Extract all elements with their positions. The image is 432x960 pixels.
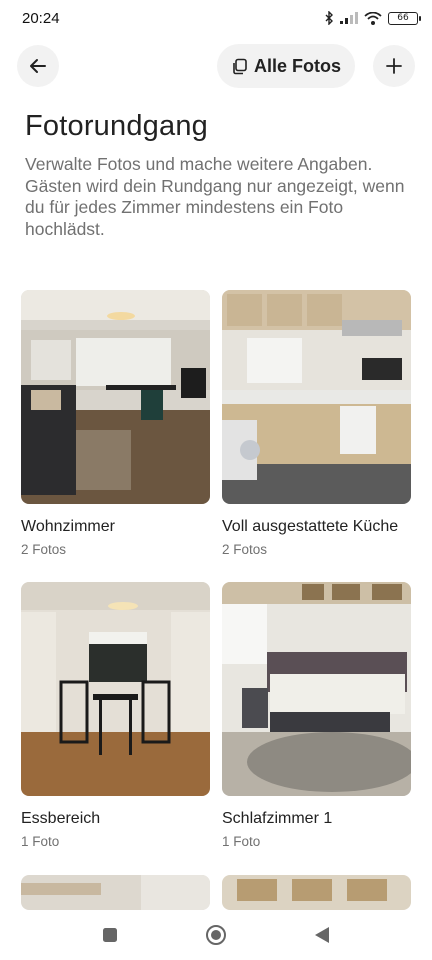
circle-home-icon bbox=[206, 925, 226, 945]
room-name: Schlafzimmer 1 bbox=[222, 810, 333, 827]
room-photo bbox=[21, 875, 210, 910]
room-photo bbox=[21, 290, 210, 504]
plus-icon bbox=[386, 58, 402, 74]
system-back-button[interactable] bbox=[308, 921, 336, 949]
all-photos-label: Alle Fotos bbox=[253, 55, 341, 76]
back-button[interactable] bbox=[17, 45, 59, 87]
room-name: Essbereich bbox=[21, 810, 101, 827]
room-card-living-room[interactable]: Wohnzimmer 2 Fotos bbox=[21, 290, 210, 557]
triangle-back-icon bbox=[315, 927, 329, 943]
home-button[interactable] bbox=[202, 921, 230, 949]
square-icon bbox=[103, 928, 117, 942]
battery-icon: 66 bbox=[388, 11, 421, 25]
recents-button[interactable] bbox=[96, 921, 124, 949]
copy-icon bbox=[233, 58, 247, 74]
room-card-partial[interactable] bbox=[222, 875, 411, 910]
page-title: Fotorundgang bbox=[25, 110, 208, 142]
add-button[interactable] bbox=[373, 45, 415, 87]
room-photo-count: 2 Fotos bbox=[222, 542, 268, 557]
room-card-partial[interactable] bbox=[21, 875, 210, 910]
room-name: Voll ausgestattete Küche bbox=[222, 518, 399, 535]
room-card-dining[interactable]: Essbereich 1 Foto bbox=[21, 582, 210, 849]
room-photo-count: 1 Foto bbox=[222, 834, 261, 849]
room-card-bedroom-1[interactable]: Schlafzimmer 1 1 Foto bbox=[222, 582, 411, 849]
header: Alle Fotos bbox=[0, 44, 432, 90]
room-photo bbox=[222, 290, 411, 504]
room-photo bbox=[21, 582, 210, 796]
room-photo-count: 2 Fotos bbox=[21, 542, 67, 557]
status-bar: 20:24 66 bbox=[0, 0, 432, 36]
room-name: Wohnzimmer bbox=[21, 518, 115, 535]
navigation-bar bbox=[0, 910, 432, 960]
wifi-icon bbox=[364, 11, 382, 25]
room-card-kitchen[interactable]: Voll ausgestattete Küche 2 Fotos bbox=[222, 290, 411, 557]
all-photos-button[interactable]: Alle Fotos bbox=[217, 44, 355, 88]
page-description: Verwalte Fotos und mache weitere Angaben… bbox=[25, 154, 405, 239]
room-photo bbox=[222, 582, 411, 796]
bluetooth-icon bbox=[325, 11, 333, 25]
status-time: 20:24 bbox=[22, 9, 60, 27]
arrow-left-icon bbox=[30, 59, 46, 73]
signal-icon bbox=[340, 12, 358, 24]
status-icons: 66 bbox=[324, 11, 421, 25]
room-photo-count: 1 Foto bbox=[21, 834, 60, 849]
room-photo bbox=[222, 875, 411, 910]
